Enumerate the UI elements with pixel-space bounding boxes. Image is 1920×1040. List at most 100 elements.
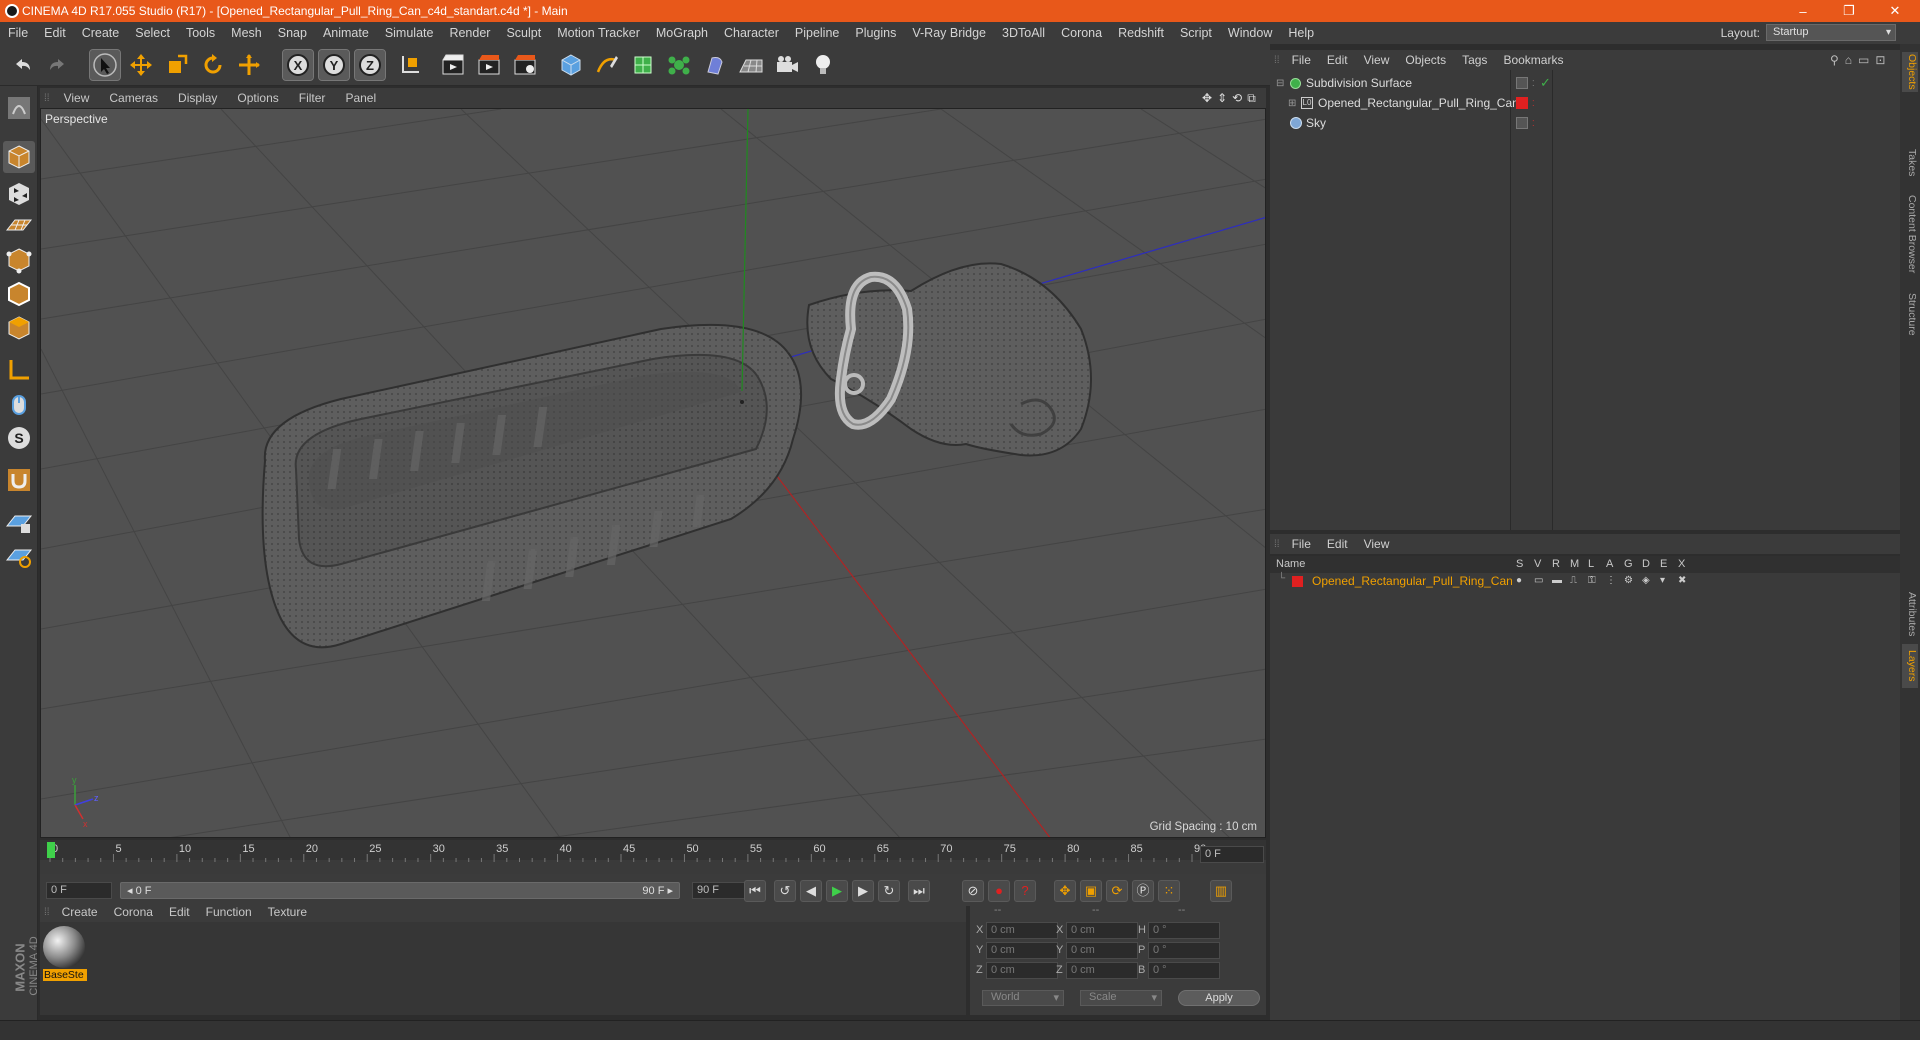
subdivision-surface-button[interactable] — [628, 50, 658, 80]
menu-mesh[interactable]: Mesh — [223, 26, 270, 40]
restore-button[interactable]: ❐ — [1826, 0, 1872, 22]
live-selection-button[interactable] — [234, 50, 264, 80]
collapse-toggle-icon[interactable]: ⊟ — [1276, 78, 1284, 89]
home-icon[interactable]: ⌂ — [1845, 53, 1852, 67]
scale-mode-select[interactable]: Scale ▾ — [1080, 990, 1162, 1006]
planar-workplane-button[interactable] — [3, 540, 35, 572]
coord-value-field[interactable]: 0 cm — [1066, 922, 1138, 939]
solo-mode-button[interactable]: S — [3, 422, 35, 454]
pan-icon[interactable]: ✥ — [1202, 91, 1212, 105]
menu-plugins[interactable]: Plugins — [847, 26, 904, 40]
cloner-button[interactable] — [664, 50, 694, 80]
render-icon[interactable]: ▬ — [1552, 575, 1562, 586]
layer-row[interactable]: └ Opened_Rectangular_Pull_Ring_Can ● ▭ ▬ ⎍ ⚿… — [1270, 573, 1900, 590]
go-to-end-button[interactable]: ⏭ — [908, 880, 930, 902]
enabled-check-icon[interactable]: ✓ — [1540, 75, 1551, 91]
texture-mode-button[interactable] — [3, 178, 35, 210]
render-settings-button[interactable] — [510, 50, 540, 80]
timeline-window-button[interactable]: ▥ — [1210, 880, 1232, 902]
layer-column-d[interactable]: D — [1642, 558, 1650, 570]
layer-tag-icon[interactable] — [1516, 77, 1528, 89]
tweak-mode-button[interactable] — [3, 388, 35, 420]
x-axis-lock-button[interactable]: X — [282, 49, 314, 81]
layer-column-e[interactable]: E — [1660, 558, 1667, 570]
keyframe-selection-button[interactable]: ⊘ — [962, 880, 984, 902]
coord-value-field[interactable]: 0 ° — [1148, 942, 1220, 959]
layer-column-x[interactable]: X — [1678, 558, 1685, 570]
deformer-icon[interactable]: ◈ — [1642, 575, 1650, 586]
start-frame-field[interactable]: 0 F — [46, 882, 112, 899]
coord-value-field[interactable]: 0 cm — [1066, 942, 1138, 959]
key-scale-button[interactable]: ▣ — [1080, 880, 1102, 902]
coord-value-field[interactable]: 0 cm — [1066, 962, 1138, 979]
key-rotation-button[interactable]: ⟳ — [1106, 880, 1128, 902]
coordinate-space-select[interactable]: World ▾ — [982, 990, 1064, 1006]
panel-grip-icon[interactable]: ⁞⁞ — [40, 93, 54, 104]
object-menu-bookmarks[interactable]: Bookmarks — [1495, 53, 1571, 67]
go-to-start-button[interactable]: ⏮ — [744, 880, 766, 902]
layer-menu-view[interactable]: View — [1356, 537, 1398, 551]
edges-mode-button[interactable] — [3, 278, 35, 310]
menu-file[interactable]: File — [0, 26, 36, 40]
apply-button[interactable]: Apply — [1178, 990, 1260, 1006]
minimize-panel-icon[interactable]: ▭ — [1858, 53, 1869, 67]
xref-icon[interactable]: ✖ — [1678, 575, 1686, 586]
menu-script[interactable]: Script — [1172, 26, 1220, 40]
material-menu-texture[interactable]: Texture — [260, 905, 315, 919]
layer-column-g[interactable]: G — [1624, 558, 1633, 570]
coord-value-field[interactable]: 0 cm — [986, 922, 1058, 939]
minimize-button[interactable]: – — [1780, 0, 1826, 22]
menu-select[interactable]: Select — [127, 26, 178, 40]
generator-icon[interactable]: ⚙ — [1624, 575, 1633, 586]
model-mode-button[interactable] — [3, 141, 35, 173]
menu-simulate[interactable]: Simulate — [377, 26, 442, 40]
move-camera-icon[interactable]: ⇕ — [1217, 91, 1227, 105]
menu-redshift[interactable]: Redshift — [1110, 26, 1172, 40]
workplane-mode-button[interactable] — [3, 210, 35, 242]
menu-corona[interactable]: Corona — [1053, 26, 1110, 40]
key-param-button[interactable]: Ⓟ — [1132, 880, 1154, 902]
viewport-menu-display[interactable]: Display — [168, 91, 227, 105]
layer-column-a[interactable]: A — [1606, 558, 1613, 570]
undo-button[interactable] — [8, 50, 38, 80]
solo-dot-icon[interactable]: ● — [1516, 575, 1522, 586]
points-mode-button[interactable] — [3, 244, 35, 276]
layout-select[interactable]: Startup — [1766, 24, 1896, 41]
pen-spline-button[interactable] — [592, 50, 622, 80]
coord-value-field[interactable]: 0 cm — [986, 962, 1058, 979]
menu-window[interactable]: Window — [1220, 26, 1280, 40]
layer-menu-edit[interactable]: Edit — [1319, 537, 1356, 551]
make-editable-button[interactable] — [3, 92, 35, 124]
play-button[interactable]: ▶ — [826, 880, 848, 902]
light-object-button[interactable] — [808, 50, 838, 80]
menu-snap[interactable]: Snap — [270, 26, 315, 40]
animation-icon[interactable]: ⋮ — [1606, 575, 1616, 586]
step-back-button[interactable]: ◀ — [800, 880, 822, 902]
floor-object-button[interactable] — [736, 50, 766, 80]
perspective-viewport[interactable]: y z x Perspective Grid Spacing : 10 cm — [40, 108, 1266, 838]
layer-column-l[interactable]: L — [1588, 558, 1594, 570]
menu-sculpt[interactable]: Sculpt — [498, 26, 549, 40]
menu-3dtoall[interactable]: 3DToAll — [994, 26, 1053, 40]
material-menu-corona[interactable]: Corona — [106, 905, 161, 919]
select-tool-button[interactable] — [89, 49, 121, 81]
previous-key-button[interactable]: ↺ — [774, 880, 796, 902]
side-tab-objects[interactable]: Objects — [1902, 52, 1918, 92]
layer-column-name[interactable]: Name — [1276, 558, 1305, 570]
close-button[interactable]: ✕ — [1872, 0, 1918, 22]
object-row-subdivision-surface[interactable]: ⊟ Subdivision Surface ⁚ ✓ — [1270, 73, 1900, 93]
viewport-camera-label[interactable]: Perspective — [45, 112, 108, 126]
timeline-ruler[interactable]: 051015202530354045505560657075808590 0 F — [40, 840, 1266, 874]
axis-mode-button[interactable] — [3, 354, 35, 386]
material-swatch[interactable]: BaseSte — [43, 926, 87, 982]
orbit-icon[interactable]: ⟲ — [1232, 91, 1242, 105]
menu-motion-tracker[interactable]: Motion Tracker — [549, 26, 648, 40]
side-tab-content-browser[interactable]: Content Browser — [1902, 189, 1918, 279]
viewport-menu-view[interactable]: View — [54, 91, 100, 105]
panel-grip-icon[interactable]: ⁞⁞ — [40, 907, 54, 918]
maximize-view-icon[interactable]: ⧉ — [1247, 91, 1256, 106]
layer-color-icon[interactable] — [1516, 97, 1528, 109]
layer-column-m[interactable]: M — [1570, 558, 1579, 570]
layer-menu-file[interactable]: File — [1284, 537, 1319, 551]
next-key-button[interactable]: ↻ — [878, 880, 900, 902]
